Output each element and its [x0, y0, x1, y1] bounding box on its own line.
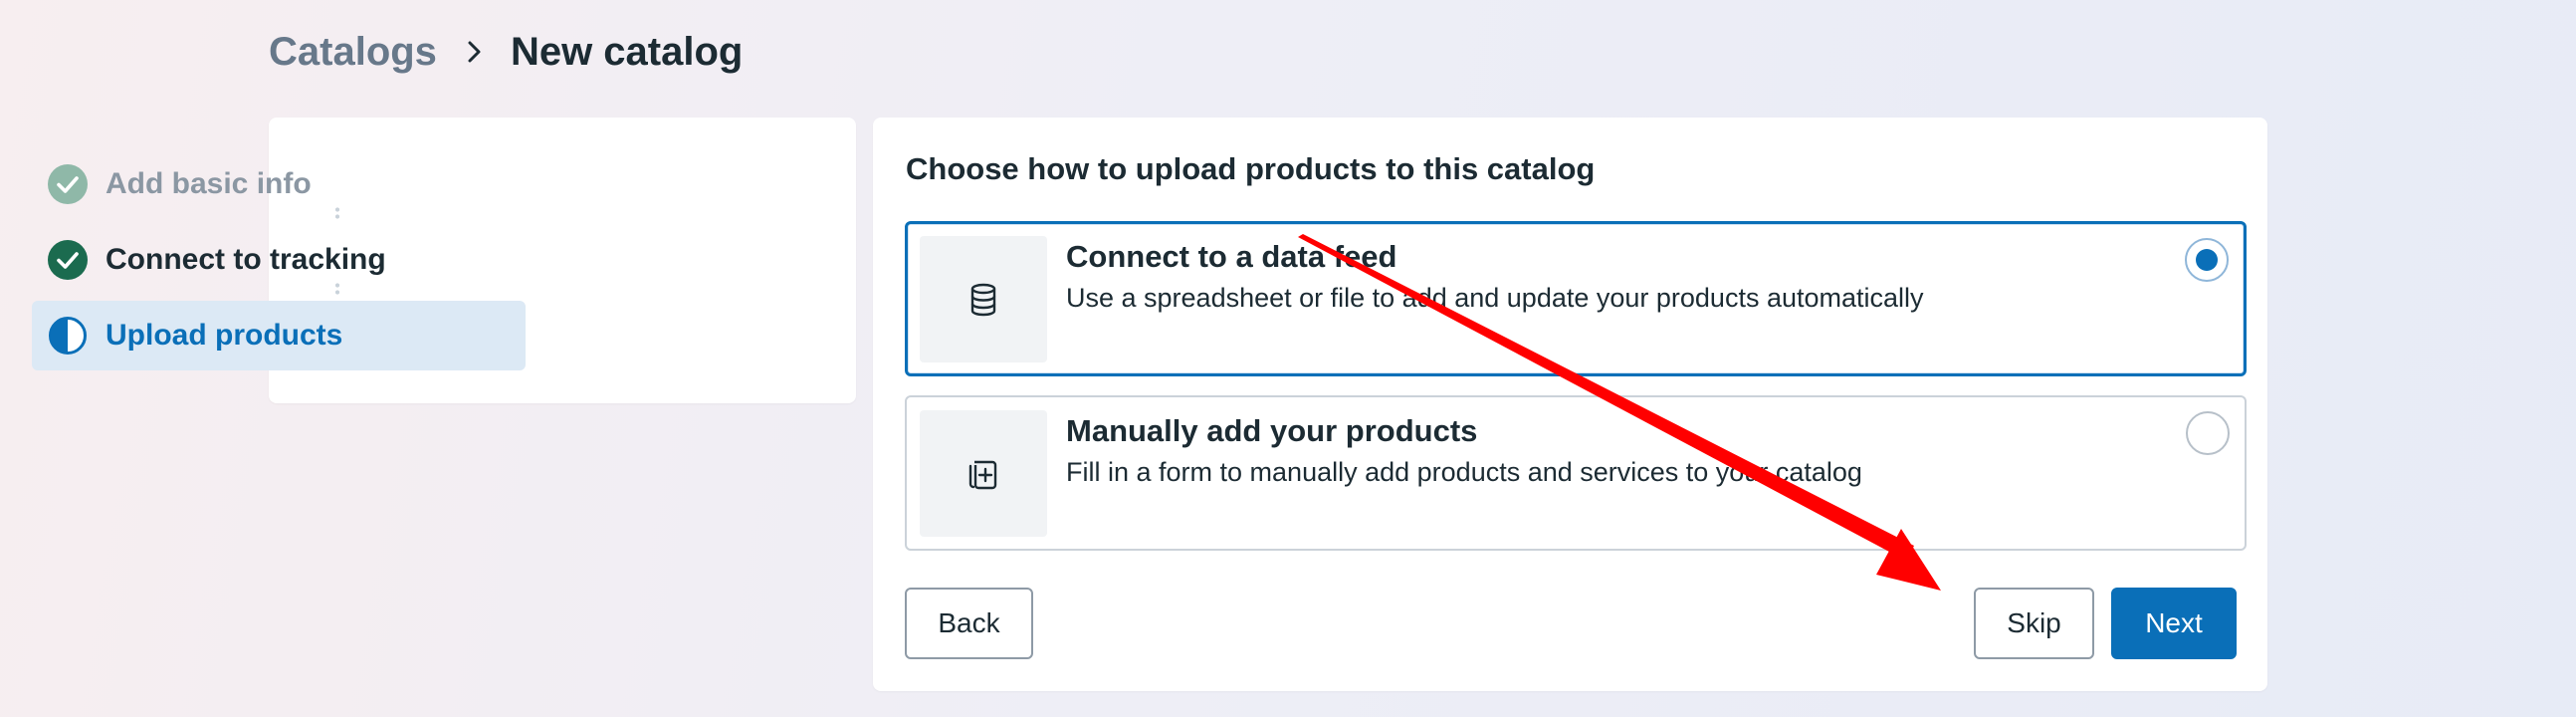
back-button[interactable]: Back	[905, 588, 1033, 659]
option-description: Fill in a form to manually add products …	[1066, 457, 1862, 487]
skip-button[interactable]: Skip	[1974, 588, 2094, 659]
step-connector	[335, 282, 339, 296]
upload-method-card: Choose how to upload products to this ca…	[873, 118, 2267, 691]
option-title: Connect to a data feed	[1066, 239, 1397, 274]
page-title: New catalog	[510, 29, 744, 74]
step-label: Connect to tracking	[106, 243, 386, 276]
database-icon	[920, 236, 1047, 362]
radio-selected-dot	[2196, 249, 2218, 271]
chevron-right-icon	[465, 41, 485, 63]
step-connect-to-tracking[interactable]: Connect to tracking	[32, 225, 526, 295]
step-add-basic-info[interactable]: Add basic info	[32, 149, 526, 219]
radio-data-feed[interactable]	[2185, 238, 2229, 282]
next-button[interactable]: Next	[2111, 588, 2237, 659]
add-product-icon	[920, 410, 1047, 537]
step-label: Add basic info	[106, 167, 312, 200]
breadcrumb: Catalogs New catalog	[269, 22, 743, 82]
breadcrumb-catalogs-link[interactable]: Catalogs	[269, 30, 437, 75]
radio-manual[interactable]	[2186, 411, 2230, 455]
section-title: Choose how to upload products to this ca…	[906, 151, 1596, 186]
option-description: Use a spreadsheet or file to add and upd…	[1066, 283, 1924, 313]
step-connector	[335, 206, 339, 220]
option-data-feed[interactable]: Connect to a data feed Use a spreadsheet…	[905, 221, 2247, 376]
half-circle-icon	[48, 316, 88, 356]
option-manual[interactable]: Manually add your products Fill in a for…	[905, 395, 2247, 551]
option-title: Manually add your products	[1066, 413, 1478, 448]
step-upload-products[interactable]: Upload products	[32, 301, 526, 370]
check-circle-icon	[48, 240, 88, 280]
step-label: Upload products	[106, 319, 343, 352]
check-circle-icon	[48, 164, 88, 204]
